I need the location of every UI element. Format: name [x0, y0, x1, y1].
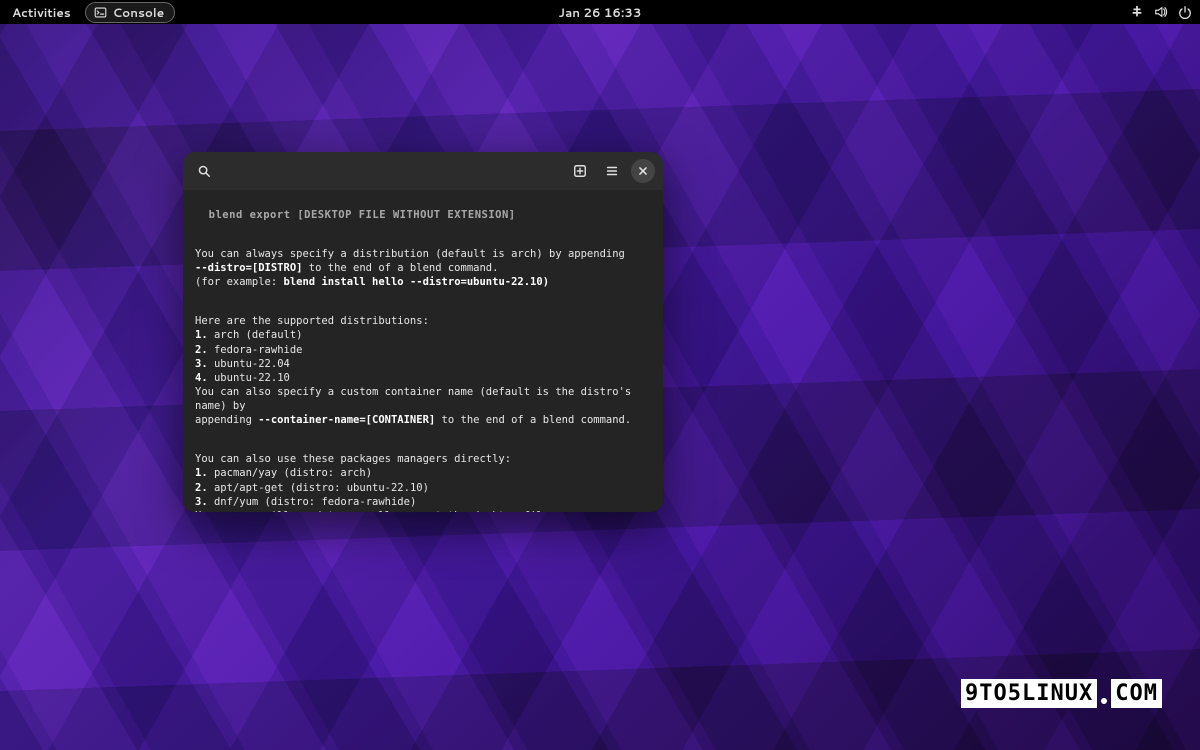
- top-bar: Activities Console Jan 26 16:33: [0, 0, 1200, 24]
- term-line: apt/apt-get (distro: ubuntu-22.10): [208, 482, 429, 494]
- power-icon[interactable]: [1178, 5, 1192, 19]
- new-tab-button[interactable]: [567, 158, 593, 184]
- watermark-dot: [1101, 698, 1107, 704]
- term-line: You can also use these packages managers…: [195, 453, 511, 465]
- search-button[interactable]: [191, 158, 217, 184]
- term-line: ubuntu-22.10: [208, 372, 290, 384]
- term-line: You can always specify a distribution (d…: [195, 248, 625, 260]
- term-bold: 3.: [195, 358, 208, 370]
- term-line: pacman/yay (distro: arch): [208, 467, 372, 479]
- term-bold: 4.: [195, 372, 208, 384]
- watermark-text-b: COM: [1111, 679, 1162, 708]
- close-button[interactable]: [631, 159, 655, 183]
- term-line: to the end of a blend command.: [435, 414, 631, 426]
- watermark-text-a: 9TO5LINUX: [961, 679, 1097, 708]
- term-bold: 1.: [195, 467, 208, 479]
- term-line: dnf/yum (distro: fedora-rawhide): [208, 496, 417, 508]
- term-line: appending: [195, 414, 258, 426]
- terminal-icon: [94, 6, 107, 19]
- term-bold: 2.: [195, 344, 208, 356]
- watermark: 9TO5LINUX COM: [961, 679, 1162, 708]
- activities-button[interactable]: Activities: [8, 2, 75, 23]
- term-line: You can also specify a custom container …: [195, 386, 638, 412]
- term-bold: 1.: [195, 329, 208, 341]
- term-line: arch (default): [208, 329, 303, 341]
- term-line: blend export [DESKTOP FILE WITHOUT EXTEN…: [195, 209, 516, 221]
- console-titlebar: [183, 152, 663, 190]
- term-bold: blend install hello --distro=ubuntu-22.1…: [284, 276, 550, 288]
- focused-app-pill[interactable]: Console: [85, 2, 175, 23]
- volume-icon[interactable]: [1154, 5, 1168, 19]
- term-bold: --container-name=[CONTAINER]: [258, 414, 435, 426]
- menu-button[interactable]: [599, 158, 625, 184]
- term-line: fedora-rawhide: [208, 344, 303, 356]
- terminal-output[interactable]: blend export [DESKTOP FILE WITHOUT EXTEN…: [183, 190, 663, 512]
- term-line: (for example:: [195, 276, 284, 288]
- term-line: However, you'll need to manually export …: [195, 510, 555, 512]
- console-window: blend export [DESKTOP FILE WITHOUT EXTEN…: [183, 152, 663, 512]
- network-wired-icon[interactable]: [1130, 5, 1144, 19]
- term-bold: --distro=[DISTRO]: [195, 262, 302, 274]
- focused-app-label: Console: [113, 4, 164, 21]
- term-line: Here are the supported distributions:: [195, 315, 429, 327]
- term-line: to the end of a blend command.: [302, 262, 498, 274]
- term-bold: 3.: [195, 496, 208, 508]
- term-line: ubuntu-22.04: [208, 358, 290, 370]
- term-bold: 2.: [195, 482, 208, 494]
- clock[interactable]: Jan 26 16:33: [559, 4, 642, 21]
